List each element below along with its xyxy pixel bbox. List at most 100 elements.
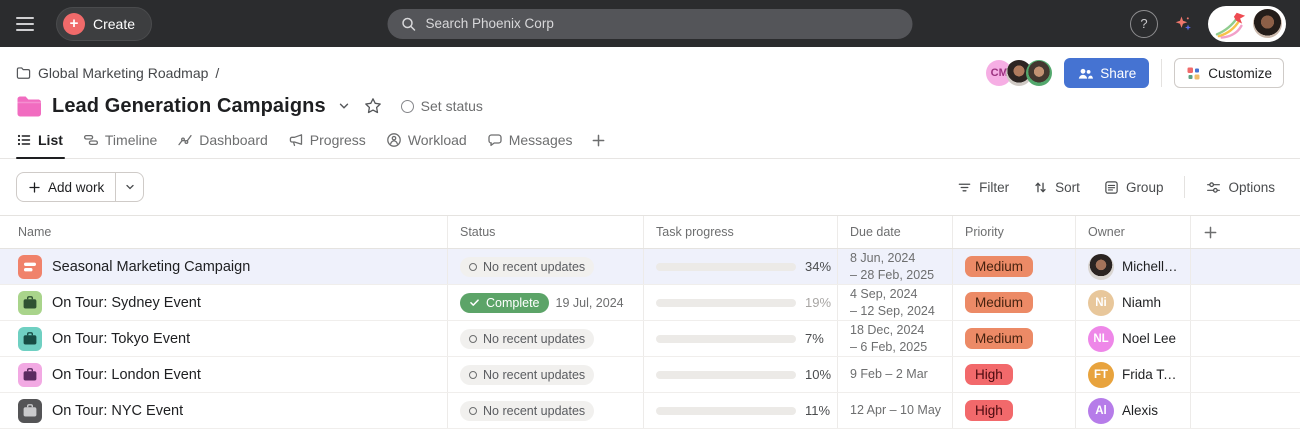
sidebar-toggle-button[interactable] [14, 9, 44, 39]
task-name[interactable]: On Tour: Tokyo Event [52, 331, 190, 347]
task-name-cell[interactable]: On Tour: London Event [0, 357, 448, 392]
status-label: No recent updates [483, 260, 585, 274]
breadcrumb-project-link[interactable]: Global Marketing Roadmap [38, 65, 208, 81]
owner-cell[interactable]: FTFrida Toms... [1076, 357, 1191, 392]
table-row[interactable]: Seasonal Marketing Campaign No recent up… [0, 249, 1300, 285]
set-status-button[interactable]: Set status [401, 98, 483, 114]
task-name-cell[interactable]: On Tour: NYC Event [0, 393, 448, 428]
column-header-owner[interactable]: Owner [1076, 216, 1191, 248]
due-date-text: 18 Dec, 2024 [850, 322, 924, 338]
table-row[interactable]: On Tour: Sydney Event Complete 19 Jul, 20… [0, 285, 1300, 321]
tab-workload[interactable]: Workload [376, 122, 477, 158]
status-badge[interactable]: No recent updates [460, 401, 594, 421]
tab-progress[interactable]: Progress [278, 122, 376, 158]
chevron-down-icon [337, 99, 351, 113]
add-tab-button[interactable] [583, 133, 614, 148]
column-header-task-progress[interactable]: Task progress [644, 216, 838, 248]
options-button[interactable]: Options [1197, 175, 1284, 200]
customize-button[interactable]: Customize [1174, 58, 1284, 88]
status-cell[interactable]: Complete 19 Jul, 2024 [448, 285, 644, 320]
status-badge[interactable]: No recent updates [460, 257, 594, 277]
help-button[interactable]: ? [1130, 10, 1158, 38]
tab-dashboard[interactable]: Dashboard [167, 122, 278, 158]
task-name-cell[interactable]: On Tour: Tokyo Event [0, 321, 448, 356]
priority-badge[interactable]: Medium [965, 328, 1033, 349]
due-date-cell[interactable]: 4 Sep, 2024– 12 Sep, 2024 [838, 285, 953, 320]
status-badge-complete[interactable]: Complete [460, 293, 549, 313]
status-circle-icon [469, 371, 477, 379]
priority-badge[interactable]: High [965, 400, 1013, 421]
add-work-caret-button[interactable] [115, 173, 143, 201]
progress-percent: 11% [805, 403, 830, 418]
title-dropdown-button[interactable] [335, 97, 353, 115]
status-cell[interactable]: No recent updates [448, 393, 644, 428]
status-cell[interactable]: No recent updates [448, 249, 644, 284]
status-badge[interactable]: No recent updates [460, 365, 594, 385]
priority-badge[interactable]: Medium [965, 256, 1033, 277]
due-date-cell[interactable]: 12 Apr – 10 May [838, 393, 953, 428]
column-header-priority[interactable]: Priority [953, 216, 1076, 248]
column-header-status[interactable]: Status [448, 216, 644, 248]
member-facepile[interactable]: CM [986, 60, 1052, 86]
column-header-name[interactable]: Name [0, 216, 448, 248]
due-date-cell[interactable]: 8 Jun, 2024– 28 Feb, 2025 [838, 249, 953, 284]
owner-cell[interactable]: Michelle W... [1076, 249, 1191, 284]
group-button[interactable]: Group [1095, 175, 1173, 200]
sort-button[interactable]: Sort [1024, 175, 1089, 200]
workspace-profile-button[interactable] [1208, 6, 1286, 42]
status-date: 19 Jul, 2024 [556, 296, 624, 310]
ai-sparkle-button[interactable] [1173, 15, 1193, 33]
search-input[interactable]: Search Phoenix Corp [388, 9, 913, 39]
task-name[interactable]: On Tour: NYC Event [52, 403, 183, 419]
sort-icon [1033, 180, 1048, 195]
table-row[interactable]: On Tour: London Event No recent updates … [0, 357, 1300, 393]
table-row[interactable]: On Tour: Tokyo Event No recent updates 7… [0, 321, 1300, 357]
priority-cell[interactable]: High [953, 393, 1076, 428]
owner-cell[interactable]: NLNoel Lee [1076, 321, 1191, 356]
status-cell[interactable]: No recent updates [448, 321, 644, 356]
owner-cell[interactable]: NiNiamh [1076, 285, 1191, 320]
share-button[interactable]: Share [1064, 58, 1149, 88]
priority-badge[interactable]: Medium [965, 292, 1033, 313]
due-date-text: 9 Feb – 2 Mar [850, 366, 928, 382]
priority-cell[interactable]: Medium [953, 321, 1076, 356]
due-date-cell[interactable]: 18 Dec, 2024– 6 Feb, 2025 [838, 321, 953, 356]
task-name[interactable]: On Tour: Sydney Event [52, 295, 201, 311]
tab-messages[interactable]: Messages [477, 122, 583, 158]
column-label: Task progress [656, 225, 734, 239]
priority-cell[interactable]: High [953, 357, 1076, 392]
table-row[interactable]: On Tour: NYC Event No recent updates 11%… [0, 393, 1300, 429]
column-header-due-date[interactable]: Due date [838, 216, 953, 248]
owner-cell[interactable]: AlAlexis [1076, 393, 1191, 428]
column-header-add[interactable] [1191, 216, 1300, 248]
due-date-cell[interactable]: 9 Feb – 2 Mar [838, 357, 953, 392]
status-circle-icon [469, 335, 477, 343]
create-button[interactable]: + Create [56, 7, 152, 41]
filter-button[interactable]: Filter [948, 175, 1018, 200]
set-status-label: Set status [421, 98, 483, 114]
phoenix-logo-icon [1214, 9, 1250, 39]
task-name[interactable]: On Tour: London Event [52, 367, 201, 383]
status-label: No recent updates [483, 332, 585, 346]
empty-cell [1191, 357, 1300, 392]
task-progress-cell: 11% [644, 393, 838, 428]
tab-timeline[interactable]: Timeline [73, 122, 167, 158]
priority-cell[interactable]: Medium [953, 285, 1076, 320]
task-name[interactable]: Seasonal Marketing Campaign [52, 259, 250, 275]
add-work-button[interactable]: Add work [17, 173, 115, 201]
favorite-star-button[interactable] [362, 95, 384, 117]
empty-cell [1191, 285, 1300, 320]
member-avatar[interactable] [1026, 60, 1052, 86]
check-icon [469, 297, 480, 308]
sparkle-icon [1173, 15, 1193, 33]
priority-badge[interactable]: High [965, 364, 1013, 385]
task-name-cell[interactable]: On Tour: Sydney Event [0, 285, 448, 320]
task-name-cell[interactable]: Seasonal Marketing Campaign [0, 249, 448, 284]
add-work-split-button: Add work [16, 172, 144, 202]
status-cell[interactable]: No recent updates [448, 357, 644, 392]
tab-label: Progress [310, 132, 366, 148]
toolbar-actions: FilterSortGroup Options [948, 175, 1284, 200]
priority-cell[interactable]: Medium [953, 249, 1076, 284]
tab-list[interactable]: List [16, 122, 73, 158]
status-badge[interactable]: No recent updates [460, 329, 594, 349]
